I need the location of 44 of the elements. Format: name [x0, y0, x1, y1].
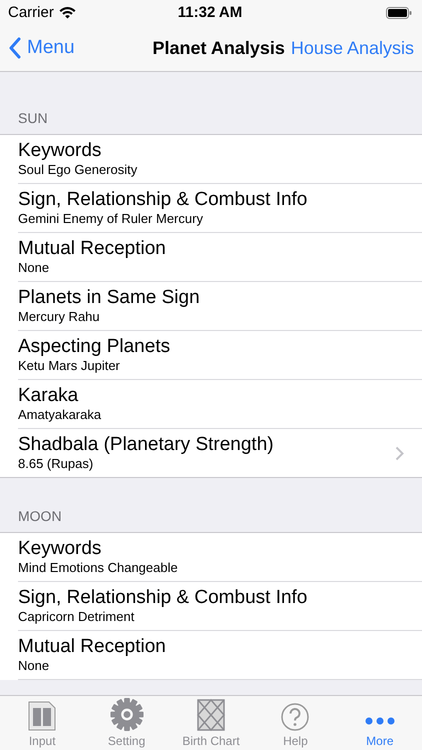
row-subtitle: None	[18, 658, 50, 674]
list-row[interactable]: Mutual Reception None	[0, 631, 422, 680]
row-subtitle: Mind Emotions Changeable	[18, 560, 179, 576]
row-subtitle: Ketu Mars Jupiter	[18, 358, 121, 374]
list-row[interactable]: Sign, Relationship & Combust Info Capricorn Detriment	[0, 582, 422, 631]
row-subtitle: Gemini Enemy of Ruler Mercury	[18, 211, 204, 227]
row-title: Keywords	[18, 140, 102, 162]
list-row[interactable]: Mutual Reception None	[0, 233, 422, 282]
row-title: Sign, Relationship & Combust Info	[18, 189, 308, 211]
section-header: MOON	[18, 508, 62, 524]
row-subtitle: Amatyakaraka	[18, 407, 102, 423]
question-icon	[280, 702, 310, 732]
chart-grid-icon	[196, 698, 226, 732]
list-row[interactable]: Keywords Soul Ego Generosity	[0, 135, 422, 184]
row-title: Karaka	[18, 385, 80, 407]
section-header: SUN	[18, 110, 48, 126]
list-row[interactable]: Keywords Mind Emotions Changeable	[0, 533, 422, 582]
row-title: Shadbala (Planetary Strength)	[18, 434, 275, 456]
row-title: Planets in Same Sign	[18, 287, 201, 309]
status-time: 11:32 AM	[178, 4, 242, 21]
row-subtitle: 8.65 (Rupas)	[18, 456, 94, 472]
back-chevron-icon	[8, 37, 21, 59]
house-analysis-button[interactable]: House Analysis	[290, 38, 414, 58]
row-title: Sign, Relationship & Combust Info	[18, 587, 308, 609]
nav-title: Planet Analysis	[152, 38, 286, 58]
list-row[interactable]: Aspecting Planets Ketu Mars Jupiter	[0, 331, 422, 380]
ellipsis-icon	[364, 716, 395, 726]
row-title: Aspecting Planets	[18, 336, 172, 358]
row-title: Keywords	[18, 538, 102, 560]
row-title: Mutual Reception	[18, 238, 167, 260]
row-subtitle: Soul Ego Generosity	[18, 162, 138, 178]
carrier-label: Carrier	[8, 4, 54, 21]
back-button[interactable]: Menu	[8, 37, 75, 59]
list-row[interactable]: Shadbala (Planetary Strength) 8.65 (Rupas)	[0, 429, 422, 478]
row-subtitle: None	[18, 260, 50, 276]
row-subtitle: Mercury Rahu	[18, 309, 101, 325]
tab-bar-item[interactable]: More	[338, 696, 422, 750]
list-row[interactable]: Sign, Relationship & Combust Info Gemini Enemy of Ruler Mercury	[0, 184, 422, 233]
battery-icon	[386, 6, 412, 18]
wifi-icon	[58, 6, 76, 19]
row-subtitle: Capricorn Detriment	[18, 609, 136, 625]
row-title: Mutual Reception	[18, 636, 167, 658]
list-row[interactable]: Planets in Same Sign Mercury Rahu	[0, 282, 422, 331]
list-row[interactable]: Karaka Amatyakaraka	[0, 380, 422, 429]
